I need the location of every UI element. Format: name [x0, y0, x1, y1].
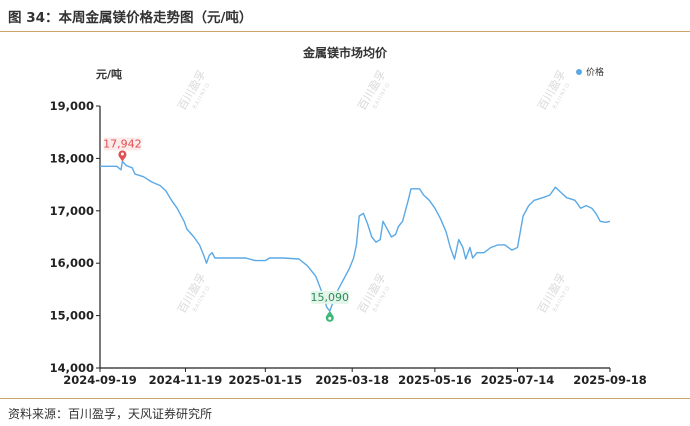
max-label: 17,942: [103, 137, 142, 150]
y-tick-label: 19,000: [50, 99, 94, 113]
bottom-rule: [0, 398, 690, 399]
watermark: 百川盈孚BAIINFO: [175, 271, 212, 316]
y-tick-label: 15,000: [50, 309, 94, 323]
min-marker: [325, 310, 334, 322]
watermark: 百川盈孚BAIINFO: [175, 68, 212, 113]
x-tick-label: 2024-11-19: [149, 373, 223, 387]
x-axis: 2024-09-19 2024-11-19 2025-01-15 2025-03-18…: [63, 367, 647, 387]
max-marker-dot: [120, 152, 124, 156]
x-tick-label: 2025-01-15: [229, 373, 303, 387]
source-note: 资料来源：百川盈孚，天风证券研究所: [8, 407, 213, 421]
watermark: 百川盈孚BAIINFO: [355, 271, 392, 316]
x-tick-label: 2025-07-14: [481, 373, 555, 387]
legend-marker: [576, 69, 582, 75]
y-tick-label: 17,000: [50, 204, 94, 218]
x-tick-label: 2025-09-18: [573, 373, 647, 387]
x-tick-label: 2025-03-18: [315, 373, 389, 387]
min-label: 15,090: [311, 291, 350, 304]
x-tick-label: 2025-05-16: [398, 373, 472, 387]
price-chart: 金属镁市场均价 元/吨 价格 百川盈孚BAIINFO 百川盈孚BAIINFO 百川盈…: [50, 45, 647, 387]
max-marker: [118, 150, 127, 162]
series-line-price: [100, 160, 611, 312]
y-axis: 14,00015,00016,00017,00018,00019,000: [50, 99, 101, 375]
watermark-layer: 百川盈孚BAIINFO 百川盈孚BAIINFO 百川盈孚BAIINFO 百川盈孚BAI…: [175, 68, 572, 316]
legend-label: 价格: [586, 66, 604, 78]
y-axis-unit: 元/吨: [96, 67, 122, 81]
min-marker-dot: [328, 316, 332, 320]
annotations: 17,942 15,090: [103, 137, 350, 322]
legend: 价格: [576, 66, 604, 78]
watermark: 百川盈孚BAIINFO: [355, 68, 392, 113]
min-annotation: 15,090: [311, 290, 350, 322]
y-tick-label: 16,000: [50, 256, 94, 270]
max-annotation: 17,942: [103, 137, 142, 162]
watermark: 百川盈孚BAIINFO: [535, 271, 572, 316]
watermark: 百川盈孚BAIINFO: [535, 68, 572, 113]
y-tick-label: 18,000: [50, 151, 94, 165]
x-tick-label: 2024-09-19: [63, 373, 137, 387]
chart-title: 金属镁市场均价: [302, 45, 388, 60]
